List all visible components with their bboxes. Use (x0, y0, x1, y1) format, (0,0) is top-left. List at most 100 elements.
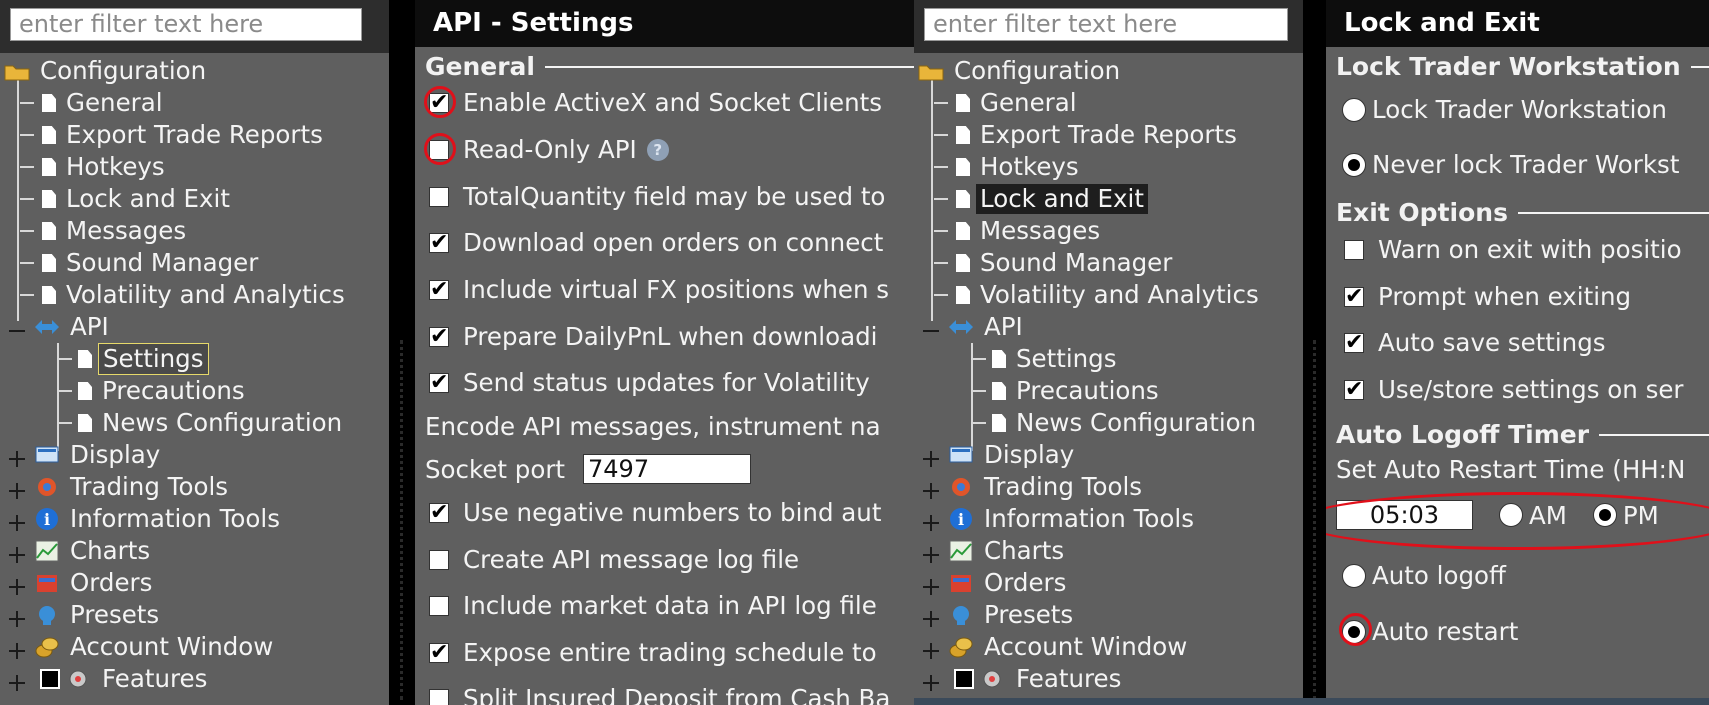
tree-item-trading-tools[interactable]: Trading Tools (948, 471, 1146, 503)
tree-item-hotkeys[interactable]: Hotkeys (934, 151, 1083, 183)
expand-icon[interactable] (923, 515, 939, 531)
tree-item-messages[interactable]: Messages (20, 215, 190, 247)
tree-item-sound-manager[interactable]: Sound Manager (20, 247, 262, 279)
tree-item-precautions[interactable]: Precautions (972, 375, 1163, 407)
tree-item-volatility[interactable]: Volatility and Analytics (20, 279, 349, 311)
lock-option[interactable]: Lock Trader Workstation (1342, 95, 1667, 124)
expose-schedule-option[interactable]: ✔ Expose entire trading schedule to (429, 638, 877, 667)
auto-save-checkbox[interactable]: ✔ (1344, 331, 1364, 353)
never-lock-radio[interactable] (1342, 152, 1366, 177)
tree-item-information-tools[interactable]: i Information Tools (948, 503, 1198, 535)
collapse-icon[interactable] (923, 323, 939, 339)
tree-item-api[interactable]: API (34, 311, 113, 343)
include-market-data-option[interactable]: Include market data in API log file (429, 591, 877, 620)
tree-item-orders[interactable]: Orders (948, 567, 1070, 599)
negative-numbers-option[interactable]: ✔ Use negative numbers to bind aut (429, 498, 881, 527)
send-status-option[interactable]: ✔ Send status updates for Volatility (429, 368, 870, 397)
filter-input[interactable]: enter filter text here (10, 8, 362, 41)
help-icon[interactable]: ? (646, 138, 669, 161)
expand-icon[interactable] (9, 611, 25, 627)
tree-item-trading-tools[interactable]: Trading Tools (34, 471, 232, 503)
use-store-option[interactable]: ✔ Use/store settings on ser (1344, 375, 1683, 404)
split-insured-checkbox[interactable] (429, 688, 449, 705)
tree-item-settings[interactable]: Settings (58, 343, 209, 375)
tree-item-presets[interactable]: Presets (34, 599, 163, 631)
lock-radio[interactable] (1342, 97, 1366, 122)
split-insured-option[interactable]: Split Insured Deposit from Cash Ba (429, 684, 890, 705)
never-lock-option[interactable]: Never lock Trader Workst (1342, 150, 1679, 179)
include-fx-option[interactable]: ✔ Include virtual FX positions when s (429, 275, 889, 304)
auto-save-option[interactable]: ✔ Auto save settings (1344, 328, 1606, 357)
collapse-icon[interactable] (9, 323, 25, 339)
read-only-api-option[interactable]: Read-Only API? (429, 135, 669, 164)
tree-item-news-configuration[interactable]: News Configuration (972, 407, 1260, 439)
prompt-exit-option[interactable]: ✔ Prompt when exiting (1344, 282, 1631, 311)
features-checkbox[interactable] (954, 669, 974, 689)
tree-item-configuration[interactable]: Configuration (4, 55, 210, 87)
tree-item-export-trade-reports[interactable]: Export Trade Reports (20, 119, 327, 151)
expand-icon[interactable] (9, 515, 25, 531)
expand-icon[interactable] (923, 579, 939, 595)
include-fx-checkbox[interactable]: ✔ (429, 278, 449, 300)
negative-numbers-checkbox[interactable]: ✔ (429, 501, 449, 523)
tree-item-messages[interactable]: Messages (934, 215, 1104, 247)
tree-item-information-tools[interactable]: i Information Tools (34, 503, 284, 535)
expand-icon[interactable] (923, 547, 939, 563)
tree-item-lock-and-exit[interactable]: Lock and Exit (934, 183, 1148, 215)
create-log-checkbox[interactable] (429, 549, 449, 570)
use-store-checkbox[interactable]: ✔ (1344, 378, 1364, 400)
tree-item-hotkeys[interactable]: Hotkeys (20, 151, 169, 183)
tree-item-configuration[interactable]: Configuration (918, 55, 1124, 87)
tree-item-account-window[interactable]: Account Window (34, 631, 277, 663)
filter-input[interactable]: enter filter text here (924, 8, 1288, 41)
tree-item-display[interactable]: Display (948, 439, 1078, 471)
warn-exit-checkbox[interactable] (1344, 239, 1364, 260)
auto-logoff-radio[interactable] (1342, 563, 1366, 588)
splitter-handle[interactable] (400, 340, 407, 700)
total-quantity-option[interactable]: TotalQuantity field may be used to (429, 182, 885, 211)
include-market-data-checkbox[interactable] (429, 595, 449, 616)
send-status-checkbox[interactable]: ✔ (429, 371, 449, 393)
features-checkbox[interactable] (40, 669, 60, 689)
download-orders-option[interactable]: ✔ Download open orders on connect (429, 228, 883, 257)
prompt-exit-checkbox[interactable]: ✔ (1344, 285, 1364, 307)
tree-item-api[interactable]: API (948, 311, 1027, 343)
expand-icon[interactable] (9, 547, 25, 563)
total-quantity-checkbox[interactable] (429, 186, 449, 207)
splitter-handle[interactable] (1313, 340, 1320, 700)
tree-item-general[interactable]: General (20, 87, 167, 119)
expand-icon[interactable] (923, 643, 939, 659)
tree-item-news-configuration[interactable]: News Configuration (58, 407, 346, 439)
expand-icon[interactable] (923, 483, 939, 499)
tree-item-volatility[interactable]: Volatility and Analytics (934, 279, 1263, 311)
expose-schedule-checkbox[interactable]: ✔ (429, 641, 449, 663)
tree-item-export-trade-reports[interactable]: Export Trade Reports (934, 119, 1241, 151)
tree-item-precautions[interactable]: Precautions (58, 375, 249, 407)
tree-item-settings[interactable]: Settings (972, 343, 1121, 375)
tree-item-display[interactable]: Display (34, 439, 164, 471)
expand-icon[interactable] (9, 675, 25, 691)
tree-item-account-window[interactable]: Account Window (948, 631, 1191, 663)
expand-icon[interactable] (923, 675, 939, 691)
auto-logoff-option[interactable]: Auto logoff (1342, 561, 1506, 590)
tree-item-presets[interactable]: Presets (948, 599, 1077, 631)
expand-icon[interactable] (9, 451, 25, 467)
prepare-pnl-option[interactable]: ✔ Prepare DailyPnL when downloadi (429, 322, 877, 351)
tree-item-charts[interactable]: Charts (34, 535, 154, 567)
tree-item-orders[interactable]: Orders (34, 567, 156, 599)
socket-port-input[interactable]: 7497 (583, 454, 752, 484)
enable-activex-option[interactable]: ✔ Enable ActiveX and Socket Clients (429, 88, 882, 117)
download-orders-checkbox[interactable]: ✔ (429, 231, 449, 253)
expand-icon[interactable] (923, 611, 939, 627)
prepare-pnl-checkbox[interactable]: ✔ (429, 325, 449, 347)
warn-exit-option[interactable]: Warn on exit with positio (1344, 235, 1682, 264)
expand-icon[interactable] (923, 451, 939, 467)
tree-item-charts[interactable]: Charts (948, 535, 1068, 567)
expand-icon[interactable] (9, 483, 25, 499)
expand-icon[interactable] (9, 643, 25, 659)
expand-icon[interactable] (9, 579, 25, 595)
tree-item-features[interactable]: Features (954, 663, 1125, 695)
tree-item-features[interactable]: Features (40, 663, 211, 695)
tree-item-sound-manager[interactable]: Sound Manager (934, 247, 1176, 279)
tree-item-lock-and-exit[interactable]: Lock and Exit (20, 183, 234, 215)
